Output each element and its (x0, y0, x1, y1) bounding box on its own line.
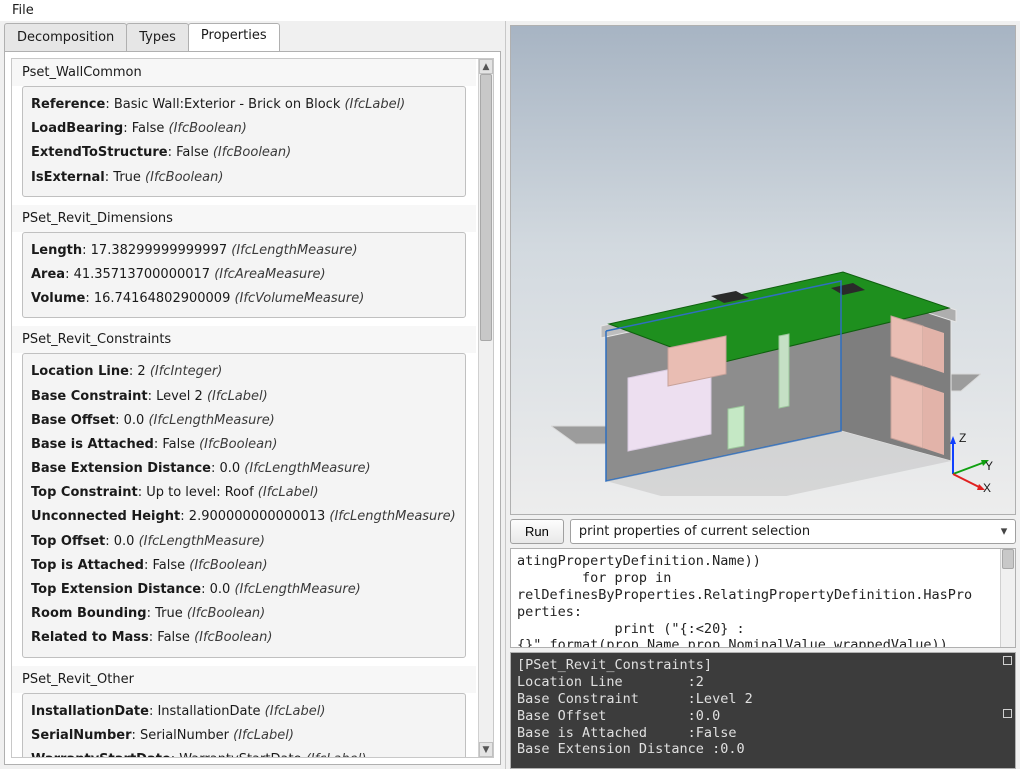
property-row: Reference: Basic Wall:Exterior - Brick o… (31, 93, 457, 117)
pset-group: Length: 17.38299999999997 (IfcLengthMeas… (22, 232, 466, 319)
pset-title: Pset_WallCommon (12, 59, 476, 86)
property-row: Volume: 16.74164802900009 (IfcVolumeMeas… (31, 287, 457, 311)
property-row: LoadBearing: False (IfcBoolean) (31, 117, 457, 141)
pset-group: InstallationDate: InstallationDate (IfcL… (22, 693, 466, 757)
code-content: atingPropertyDefinition.Name)) for prop … (517, 553, 997, 648)
chevron-down-icon: ▾ (997, 524, 1011, 539)
3d-viewport[interactable]: Z Y X (510, 25, 1016, 515)
right-pane: Z Y X Run print properties of current se… (506, 21, 1020, 769)
code-scrollbar[interactable] (1000, 549, 1015, 647)
left-pane: Decomposition Types Properties Pset_Wall… (0, 21, 506, 769)
property-row: Base Extension Distance: 0.0 (IfcLengthM… (31, 457, 457, 481)
script-selector[interactable]: print properties of current selection ▾ (570, 519, 1016, 544)
property-row: Area: 41.35713700000017 (IfcAreaMeasure) (31, 263, 457, 287)
console-content: [PSet_Revit_Constraints] Location Line :… (517, 657, 997, 758)
script-selector-label: print properties of current selection (579, 524, 810, 539)
pset-title: PSet_Revit_Constraints (12, 326, 476, 353)
property-row: SerialNumber: SerialNumber (IfcLabel) (31, 724, 457, 748)
axis-z-label: Z (959, 432, 966, 445)
property-row: Top Extension Distance: 0.0 (IfcLengthMe… (31, 578, 457, 602)
axis-gizmo: Z Y X (933, 432, 993, 492)
properties-scrollbar[interactable]: ▲ ▼ (478, 59, 493, 757)
property-row: InstallationDate: InstallationDate (IfcL… (31, 700, 457, 724)
pset-group: Reference: Basic Wall:Exterior - Brick o… (22, 86, 466, 197)
main-split: Decomposition Types Properties Pset_Wall… (0, 21, 1020, 769)
menubar: File (0, 0, 1020, 21)
property-row: Base is Attached: False (IfcBoolean) (31, 433, 457, 457)
property-row: ExtendToStructure: False (IfcBoolean) (31, 141, 457, 165)
property-row: WarrantyStartDate: WarrantyStartDate (If… (31, 748, 457, 757)
building-model (551, 216, 981, 496)
property-row: Top Offset: 0.0 (IfcLengthMeasure) (31, 530, 457, 554)
scroll-down-icon[interactable]: ▼ (479, 742, 493, 757)
console-marker-mid (1003, 709, 1012, 718)
axis-y-label: Y (985, 459, 993, 473)
console-marker-top (1003, 656, 1012, 665)
scroll-up-icon[interactable]: ▲ (479, 59, 493, 74)
property-row: Top is Attached: False (IfcBoolean) (31, 554, 457, 578)
property-row: Length: 17.38299999999997 (IfcLengthMeas… (31, 239, 457, 263)
menu-file[interactable]: File (6, 1, 40, 20)
property-row: Room Bounding: True (IfcBoolean) (31, 602, 457, 626)
console-output[interactable]: [PSet_Revit_Constraints] Location Line :… (510, 652, 1016, 769)
tab-bar: Decomposition Types Properties (0, 21, 505, 51)
script-toolbar: Run print properties of current selectio… (510, 519, 1016, 544)
pset-group: Location Line: 2 (IfcInteger)Base Constr… (22, 353, 466, 657)
tab-decomposition[interactable]: Decomposition (4, 23, 127, 51)
property-row: IsExternal: True (IfcBoolean) (31, 166, 457, 190)
tab-properties[interactable]: Properties (188, 23, 280, 51)
property-row: Related to Mass: False (IfcBoolean) (31, 626, 457, 650)
run-button[interactable]: Run (510, 519, 564, 544)
axis-x-label: X (983, 481, 991, 492)
property-row: Top Constraint: Up to level: Roof (IfcLa… (31, 481, 457, 505)
tab-types[interactable]: Types (126, 23, 189, 51)
pset-title: PSet_Revit_Other (12, 666, 476, 693)
properties-panel: Pset_WallCommon Reference: Basic Wall:Ext… (4, 51, 501, 765)
pset-title: PSet_Revit_Dimensions (12, 205, 476, 232)
property-row: Base Offset: 0.0 (IfcLengthMeasure) (31, 409, 457, 433)
code-editor[interactable]: atingPropertyDefinition.Name)) for prop … (510, 548, 1016, 648)
property-row: Base Constraint: Level 2 (IfcLabel) (31, 385, 457, 409)
properties-scroll[interactable]: Pset_WallCommon Reference: Basic Wall:Ext… (12, 59, 478, 757)
property-row: Unconnected Height: 2.900000000000013 (I… (31, 505, 457, 529)
property-row: Location Line: 2 (IfcInteger) (31, 360, 457, 384)
